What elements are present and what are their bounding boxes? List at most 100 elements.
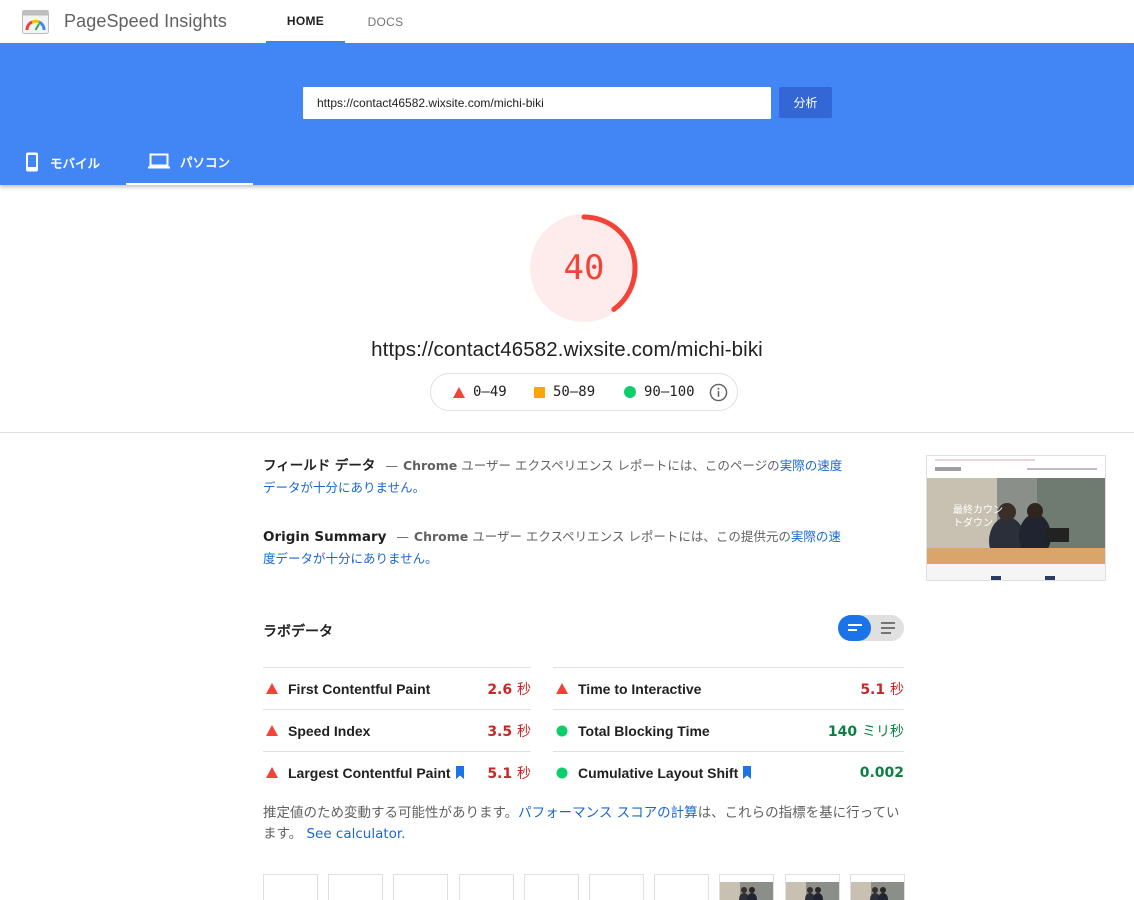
long-lines-icon	[880, 622, 895, 634]
score-legend: 0–49 50–89 90–100	[430, 373, 738, 411]
circle-pass-icon	[556, 725, 568, 737]
metrics-column-right: Time to Interactive 5.1 秒 Total Blocking…	[553, 667, 904, 793]
performance-score: 40	[563, 248, 605, 288]
see-calculator-link[interactable]: See calculator.	[306, 826, 405, 842]
metric-unit: ミリ秒	[862, 723, 904, 740]
estimate-note: 推定値のため変動する可能性があります。パフォーマンス スコアの計算は、これらの指…	[263, 803, 904, 845]
info-icon[interactable]	[709, 383, 728, 402]
metric-value: 5.1 秒	[860, 679, 904, 699]
tab-desktop[interactable]: パソコン	[126, 139, 253, 185]
metric-name: Time to Interactive	[578, 680, 702, 697]
frame-image	[851, 875, 904, 900]
filmstrip-frame	[393, 874, 448, 900]
metric-unit: 秒	[517, 765, 531, 782]
filmstrip-frame	[589, 874, 644, 900]
analysis-header: 分析 モバイル パソコン	[0, 43, 1134, 185]
app-title: PageSpeed Insights	[64, 11, 227, 31]
origin-dash: —	[396, 529, 409, 544]
metric-row: First Contentful Paint 2.6 秒	[263, 667, 531, 709]
metric-value: 2.6 秒	[487, 679, 531, 699]
thumbnail-headline-2: トダウン	[953, 516, 993, 529]
analyze-button[interactable]: 分析	[779, 87, 832, 118]
metric-value: 3.5 秒	[487, 721, 531, 741]
field-dash: —	[385, 458, 398, 473]
metric-row: Speed Index 3.5 秒	[263, 709, 531, 751]
origin-summary-heading: Origin Summary	[263, 529, 387, 545]
legend-pass: 90–100	[624, 384, 695, 400]
frame-image	[720, 875, 773, 900]
metric-number: 140	[827, 723, 858, 740]
triangle-fail-icon	[266, 725, 278, 736]
circle-pass-icon	[556, 767, 568, 779]
pagespeed-gauge-icon[interactable]	[22, 10, 49, 34]
metric-name-text: Largest Contentful Paint	[288, 764, 451, 781]
filmstrip-frame	[719, 874, 774, 900]
short-lines-icon	[847, 624, 862, 631]
score-calculation-link[interactable]: パフォーマンス スコアの計算	[518, 805, 698, 821]
metric-row: Largest Contentful Paint 5.1 秒	[263, 751, 531, 793]
metric-number: 2.6	[487, 681, 513, 698]
filmstrip-frame	[785, 874, 840, 900]
metric-number: 5.1	[487, 765, 513, 782]
legend-average-label: 50–89	[553, 384, 596, 400]
metric-unit: 秒	[517, 723, 531, 740]
metric-name: Total Blocking Time	[578, 722, 710, 739]
tab-mobile-label: モバイル	[50, 155, 101, 171]
metric-value: 5.1 秒	[487, 763, 531, 783]
thumbnail-image: 最終カウン トダウン	[927, 456, 1105, 580]
triangle-fail-icon	[266, 683, 278, 694]
triangle-fail-icon	[266, 767, 278, 778]
metric-value: 140 ミリ秒	[828, 721, 904, 741]
metric-number: 5.1	[860, 681, 886, 698]
note-text: 推定値のため変動する可能性があります。	[263, 805, 519, 821]
triangle-fail-icon	[556, 683, 568, 694]
metric-name: First Contentful Paint	[288, 680, 431, 697]
tab-home[interactable]: HOME	[266, 0, 345, 43]
metric-unit: 秒	[890, 681, 904, 698]
filmstrip-frame	[328, 874, 383, 900]
metric-row: Total Blocking Time 140 ミリ秒	[553, 709, 904, 751]
filmstrip-frame	[524, 874, 579, 900]
triangle-fail-icon	[453, 386, 465, 398]
field-chrome-label: Chrome	[402, 458, 458, 473]
toggle-expanded-view[interactable]	[871, 615, 904, 641]
metric-number: 0.002	[859, 764, 904, 781]
metric-number: 3.5	[487, 723, 513, 740]
lab-data-heading: ラボデータ	[263, 624, 333, 640]
toggle-compact-view[interactable]	[838, 615, 871, 641]
tab-docs[interactable]: DOCS	[352, 0, 419, 43]
page-screenshot-thumbnail: 最終カウン トダウン	[926, 455, 1106, 581]
metric-unit: 秒	[517, 681, 531, 698]
laptop-icon	[148, 153, 170, 169]
tab-desktop-label: パソコン	[180, 154, 231, 170]
metrics-view-toggle[interactable]	[838, 615, 904, 641]
metric-value: 0.002	[860, 765, 904, 781]
url-input[interactable]	[303, 87, 771, 119]
filmstrip-frame	[850, 874, 905, 900]
circle-pass-icon	[624, 386, 636, 398]
top-bar: PageSpeed Insights HOME DOCS	[0, 0, 1134, 43]
legend-average: 50–89	[534, 384, 595, 400]
frame-image	[786, 875, 839, 900]
filmstrip-frame	[263, 874, 318, 900]
metric-row: Time to Interactive 5.1 秒	[553, 667, 904, 709]
filmstrip-frame	[654, 874, 709, 900]
filmstrip-frame	[459, 874, 514, 900]
origin-chrome-label: Chrome	[413, 529, 469, 544]
origin-summary-text: ユーザー エクスペリエンス レポートには、この提供元の	[468, 529, 791, 544]
metric-name-text: Cumulative Layout Shift	[578, 764, 739, 781]
metric-name: Cumulative Layout Shift	[578, 765, 752, 781]
square-average-icon	[534, 386, 545, 398]
metric-name: Largest Contentful Paint	[288, 765, 465, 781]
origin-summary-section: Origin Summary — Chrome ユーザー エクスペリエンス レポート…	[263, 526, 853, 569]
legend-pass-label: 90–100	[644, 384, 695, 400]
field-data-heading: フィールド データ	[263, 458, 376, 474]
legend-fail: 0–49	[453, 384, 507, 400]
thumbnail-headline-1: 最終カウン	[953, 503, 1003, 516]
legend-fail-label: 0–49	[473, 384, 507, 400]
loading-filmstrip	[263, 874, 905, 900]
bookmark-icon	[455, 766, 464, 779]
tab-mobile[interactable]: モバイル	[0, 139, 126, 185]
section-divider	[0, 432, 1134, 433]
metric-name: Speed Index	[288, 722, 371, 739]
